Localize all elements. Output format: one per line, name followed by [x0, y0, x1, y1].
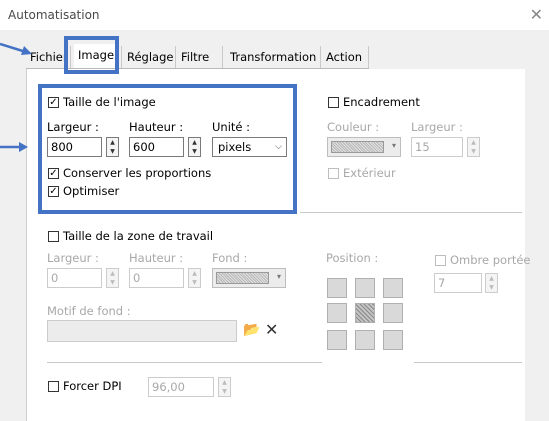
width-label: Largeur : [47, 120, 99, 134]
work-area-checkbox[interactable] [48, 231, 59, 242]
keep-proportions-label: Conserver les proportions [63, 166, 212, 180]
force-dpi-checkbox[interactable] [48, 381, 59, 392]
frame-checkbox[interactable] [328, 97, 339, 108]
arrow-icon [0, 142, 28, 152]
work-height-stepper[interactable]: ▲ ▼ [188, 268, 201, 288]
chevron-down-icon: ⌵ [275, 142, 282, 152]
shadow-label: Ombre portée [450, 253, 531, 267]
position-middle-left[interactable] [327, 303, 347, 323]
unit-label: Unité : [212, 120, 251, 134]
position-bottom-right[interactable] [383, 330, 403, 350]
position-top-center[interactable] [355, 278, 375, 298]
tab-separator [121, 46, 122, 68]
frame-color-picker[interactable]: ▾ [327, 137, 401, 157]
dpi-input[interactable]: 96,00 [148, 377, 214, 397]
frame-color-swatch [331, 141, 384, 153]
width-input[interactable]: 800 [47, 137, 102, 157]
tab-filtre[interactable]: Filtre [181, 46, 209, 68]
section-divider [414, 362, 522, 363]
work-width-stepper[interactable]: ▲ ▼ [106, 268, 119, 288]
image-tab-highlight [64, 36, 119, 74]
tab-reglage[interactable]: Réglage [127, 46, 173, 68]
spin-up-icon[interactable]: ▲ [189, 269, 200, 278]
tab-action[interactable]: Action [326, 46, 362, 68]
image-size-checkbox[interactable]: ✓ [48, 97, 59, 108]
close-icon[interactable]: ✕ [530, 5, 543, 24]
fill-color-swatch [216, 272, 269, 284]
position-label: Position : [326, 251, 379, 265]
height-input[interactable]: 600 [129, 137, 184, 157]
spin-up-icon[interactable]: ▲ [189, 138, 200, 147]
width-stepper[interactable]: ▲ ▼ [106, 137, 119, 157]
spin-down-icon[interactable]: ▼ [107, 147, 118, 156]
dropdown-arrow-icon: ▾ [391, 141, 396, 150]
spin-up-icon[interactable]: ▲ [468, 138, 479, 147]
height-stepper[interactable]: ▲ ▼ [188, 137, 201, 157]
frame-outside-checkbox[interactable] [328, 168, 339, 179]
work-area-label: Taille de la zone de travail [63, 229, 214, 243]
image-size-label: Taille de l'image [63, 95, 156, 109]
delete-icon[interactable]: ✕ [265, 320, 278, 339]
pattern-input[interactable] [47, 320, 237, 342]
shadow-input[interactable]: 7 [434, 273, 482, 293]
position-middle-right[interactable] [383, 303, 403, 323]
spin-down-icon[interactable]: ▼ [468, 147, 479, 156]
tab-separator [222, 46, 223, 68]
section-divider [47, 362, 322, 363]
keep-proportions-checkbox[interactable]: ✓ [48, 168, 59, 179]
spin-up-icon[interactable]: ▲ [219, 378, 230, 387]
tab-transformation[interactable]: Transformation [230, 46, 316, 68]
frame-label: Encadrement [343, 95, 420, 109]
force-dpi-label: Forcer DPI [63, 379, 122, 393]
fill-color-picker[interactable]: ▾ [212, 268, 286, 288]
shadow-checkbox[interactable] [435, 255, 446, 266]
fill-label: Fond : [212, 251, 248, 265]
tab-separator [320, 46, 321, 68]
frame-outside-label: Extérieur [343, 166, 396, 180]
position-bottom-center[interactable] [355, 330, 375, 350]
work-width-input[interactable]: 0 [47, 268, 102, 288]
optimize-checkbox[interactable]: ✓ [48, 186, 59, 197]
open-folder-icon[interactable]: 📂 [243, 322, 260, 338]
position-center[interactable] [355, 303, 375, 323]
tab-separator [368, 46, 369, 68]
unit-select-value: pixels [218, 140, 252, 154]
tab-separator [175, 46, 176, 68]
frame-width-stepper[interactable]: ▲ ▼ [467, 137, 480, 157]
section-divider [300, 212, 522, 213]
work-height-label: Hauteur : [129, 251, 184, 265]
arrow-icon [0, 42, 32, 55]
work-height-input[interactable]: 0 [129, 268, 184, 288]
shadow-stepper[interactable]: ▲ ▼ [485, 273, 498, 293]
spin-up-icon[interactable]: ▲ [107, 269, 118, 278]
frame-color-label: Couleur : [327, 120, 380, 134]
spin-down-icon[interactable]: ▼ [189, 278, 200, 287]
window-title: Automatisation [8, 8, 100, 22]
work-width-label: Largeur : [47, 251, 99, 265]
dropdown-arrow-icon: ▾ [276, 272, 281, 281]
spin-down-icon[interactable]: ▼ [189, 147, 200, 156]
position-top-left[interactable] [327, 278, 347, 298]
dpi-stepper[interactable]: ▲ ▼ [218, 377, 231, 397]
height-label: Hauteur : [129, 120, 184, 134]
frame-width-input[interactable]: 15 [411, 137, 463, 157]
position-top-right[interactable] [383, 278, 403, 298]
position-bottom-left[interactable] [327, 330, 347, 350]
optimize-label: Optimiser [63, 184, 120, 198]
frame-width-label: Largeur : [411, 120, 463, 134]
spin-down-icon[interactable]: ▼ [107, 278, 118, 287]
spin-up-icon[interactable]: ▲ [107, 138, 118, 147]
spin-up-icon[interactable]: ▲ [486, 274, 497, 283]
pattern-label: Motif de fond : [47, 304, 131, 318]
spin-down-icon[interactable]: ▼ [486, 283, 497, 292]
unit-select[interactable]: pixels ⌵ [212, 137, 287, 157]
spin-down-icon[interactable]: ▼ [219, 387, 230, 396]
